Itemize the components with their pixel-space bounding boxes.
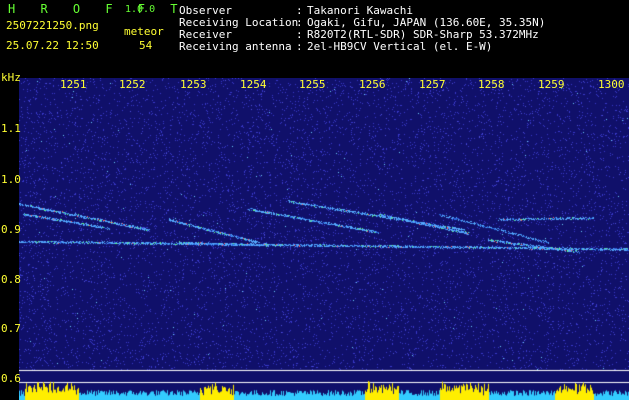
y-tick-label: 0.8 — [1, 273, 21, 286]
app-title: H R O F F T — [8, 2, 187, 16]
image-filename: 2507221250.png — [6, 19, 99, 32]
y-tick-label: 1.1 — [1, 122, 21, 135]
x-tick-label: 1253 — [180, 78, 207, 91]
y-tick-label: 1.0 — [1, 173, 21, 186]
spectrogram-canvas — [19, 78, 629, 400]
antenna-sep: : — [296, 40, 303, 53]
x-tick-label: 1251 — [60, 78, 87, 91]
x-tick-label: 1259 — [538, 78, 565, 91]
meteor-count: 54 — [139, 39, 153, 52]
x-tick-label: 1258 — [478, 78, 505, 91]
count-label: meteor — [124, 25, 164, 38]
antenna-value: 2el-HB9CV Vertical (el. E-W) — [307, 40, 493, 53]
observation-datetime: 25.07.22 12:50 — [6, 39, 99, 52]
y-axis-unit: kHz — [1, 71, 21, 84]
x-tick-label: 1256 — [359, 78, 386, 91]
x-tick-label: 1254 — [240, 78, 267, 91]
app-version: 1.0.0 — [125, 4, 156, 15]
x-tick-label: 1257 — [419, 78, 446, 91]
header-panel: H R O F F T 1.0.0 2507221250.png 25.07.2… — [0, 0, 629, 72]
x-tick-label: 1255 — [299, 78, 326, 91]
x-tick-label: 1252 — [119, 78, 146, 91]
x-tick-label: 1300 — [598, 78, 625, 91]
y-tick-label: 0.9 — [1, 223, 21, 236]
y-tick-label: 0.6 — [1, 372, 21, 385]
antenna-label: Receiving antenna — [179, 40, 292, 53]
y-tick-label: 0.7 — [1, 322, 21, 335]
